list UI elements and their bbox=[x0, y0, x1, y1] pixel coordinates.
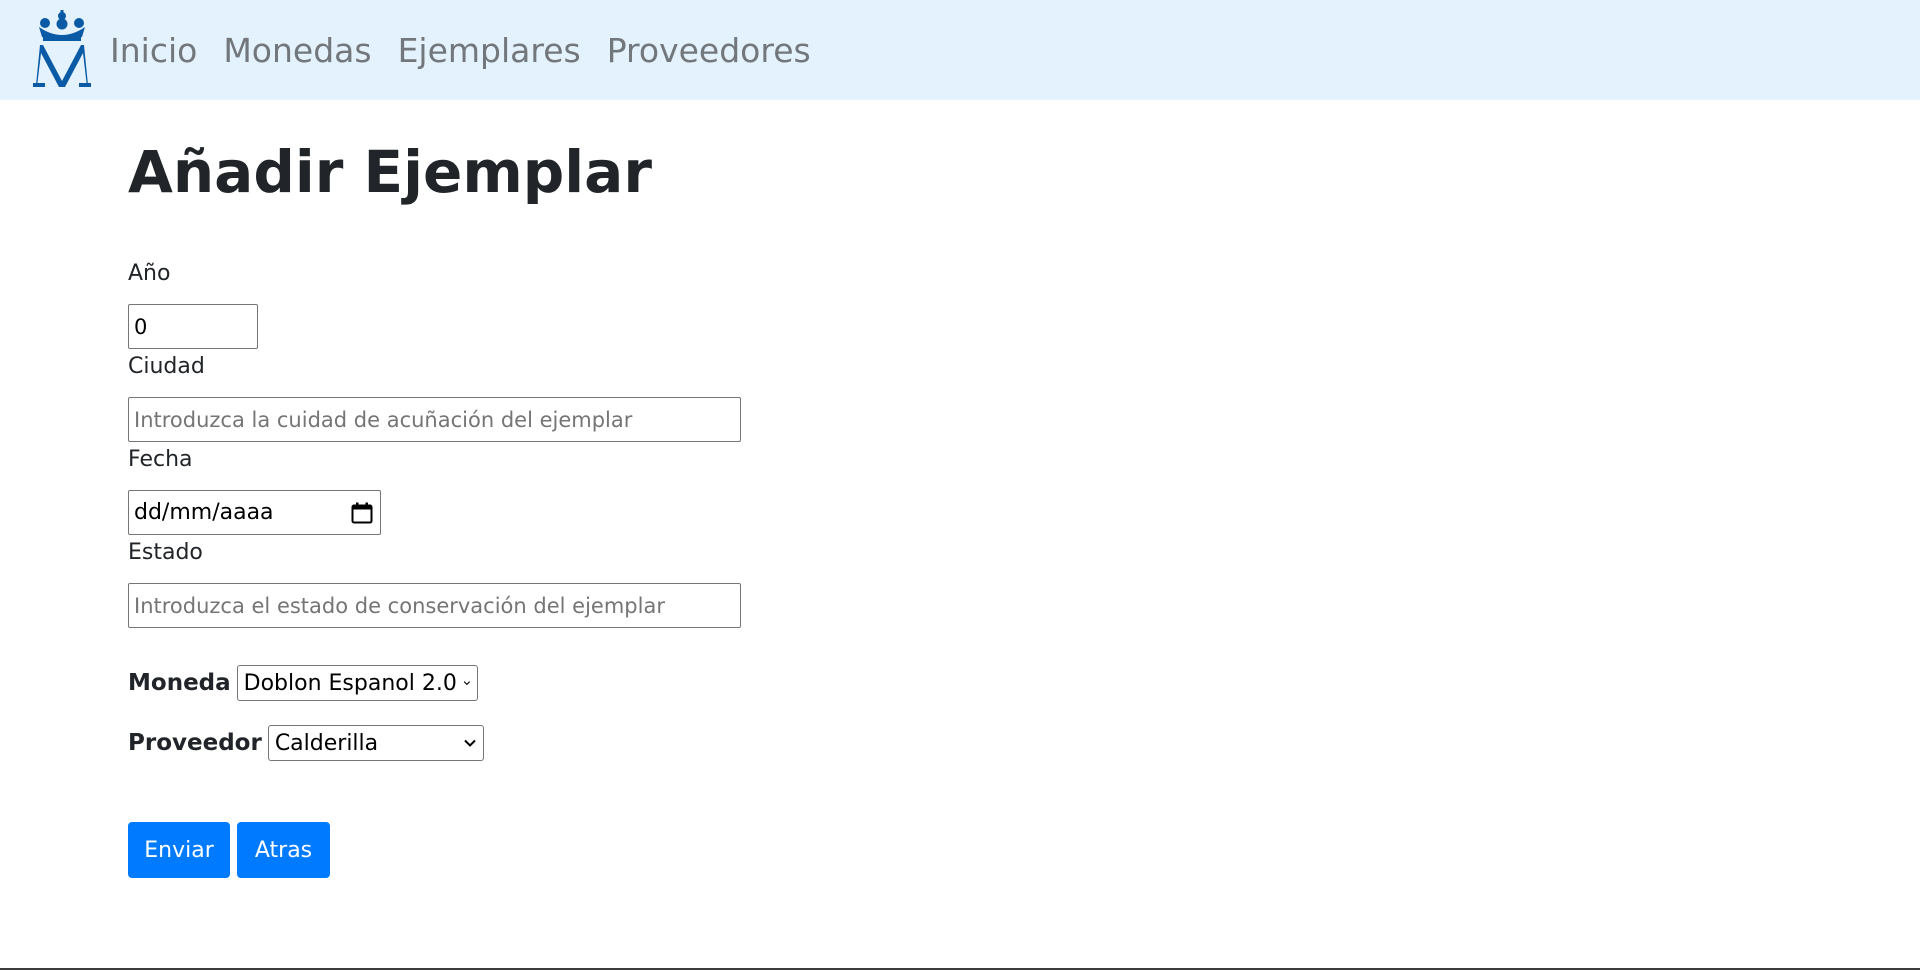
fecha-label: Fecha bbox=[128, 447, 193, 472]
fecha-date-input[interactable]: dd/mm/aaaa bbox=[128, 490, 381, 535]
estado-label: Estado bbox=[128, 540, 203, 565]
submit-button[interactable]: Enviar bbox=[128, 822, 230, 878]
moneda-select[interactable]: Doblon Espanol 2.0 bbox=[236, 665, 478, 701]
ciudad-label: Ciudad bbox=[128, 354, 205, 379]
chevron-down-icon bbox=[463, 681, 470, 686]
nav-link-ejemplares[interactable]: Ejemplares bbox=[398, 34, 581, 67]
page-title: Añadir Ejemplar bbox=[128, 138, 652, 206]
nav-link-proveedores[interactable]: Proveedores bbox=[607, 34, 811, 67]
chevron-down-icon bbox=[464, 739, 476, 747]
nav-link-monedas[interactable]: Monedas bbox=[223, 34, 371, 67]
brand-logo-icon[interactable] bbox=[31, 9, 93, 89]
anio-label: Año bbox=[128, 261, 171, 286]
proveedor-selected-value: Calderilla bbox=[274, 730, 379, 756]
moneda-label: Moneda bbox=[128, 670, 231, 696]
moneda-row: Moneda Doblon Espanol 2.0 bbox=[128, 665, 478, 701]
back-button[interactable]: Atras bbox=[237, 822, 330, 878]
proveedor-label: Proveedor bbox=[128, 730, 262, 756]
ciudad-input[interactable] bbox=[128, 397, 741, 442]
moneda-selected-value: Doblon Espanol 2.0 bbox=[243, 670, 457, 696]
estado-input[interactable] bbox=[128, 583, 741, 628]
calendar-icon[interactable] bbox=[350, 501, 374, 525]
nav-links: Inicio Monedas Ejemplares Proveedores bbox=[110, 0, 811, 100]
nav-link-inicio[interactable]: Inicio bbox=[110, 34, 197, 67]
proveedor-row: Proveedor Calderilla bbox=[128, 725, 484, 761]
navbar: Inicio Monedas Ejemplares Proveedores bbox=[0, 0, 1920, 100]
proveedor-select[interactable]: Calderilla bbox=[267, 725, 484, 761]
anio-input[interactable] bbox=[128, 304, 258, 349]
fecha-value: dd/mm/aaaa bbox=[134, 500, 274, 525]
